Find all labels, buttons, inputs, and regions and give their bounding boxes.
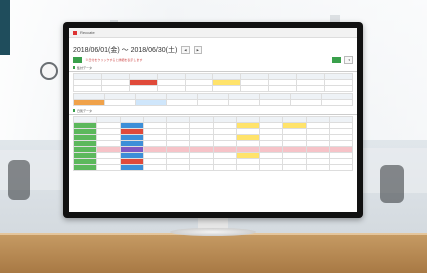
monitor: Reccate 2018/06/01(金) 〜 2018/06/30(土) ◀ … [63,22,363,218]
section-label: 集計データ [77,66,93,70]
app-titlebar: Reccate [69,28,357,38]
prev-button[interactable]: ◀ [181,46,190,54]
next-button[interactable]: ▶ [193,46,202,54]
wooden-desk [0,235,427,273]
app-logo-icon [73,30,77,35]
office-scene: Reccate 2018/06/01(金) 〜 2018/06/30(土) ◀ … [0,0,427,273]
export-button[interactable] [332,56,341,63]
action-row: ※日付をクリックすると詳細を表示します ▾ [69,55,357,64]
left-edge-panel [0,0,10,55]
section-marker [73,66,75,69]
date-range: 2018/06/01(金) 〜 2018/06/30(土) [73,47,178,54]
background-chair [8,160,30,200]
select-dropdown[interactable]: ▾ [343,55,353,64]
detail-table [72,116,354,171]
table-row [73,99,353,106]
monitor-stand-base [170,228,256,236]
background-chair [380,165,404,203]
monitor-screen: Reccate 2018/06/01(金) 〜 2018/06/30(土) ◀ … [69,28,357,212]
table-row [73,85,353,92]
filter-table [73,93,353,106]
app-title: Reccate [80,30,95,35]
section-label: 日別データ [77,109,93,113]
filter-button[interactable] [73,56,83,63]
wall-clock [40,62,58,80]
detail-section-heading: 日別データ [69,108,357,115]
date-range-bar: 2018/06/01(金) 〜 2018/06/30(土) ◀ ▶ [69,44,357,56]
hint-note: ※日付をクリックすると詳細を表示します [85,57,143,62]
summary-table [73,73,353,92]
summary-section-heading: 集計データ [69,65,357,72]
section-marker [73,109,75,112]
table-row[interactable] [72,164,354,171]
